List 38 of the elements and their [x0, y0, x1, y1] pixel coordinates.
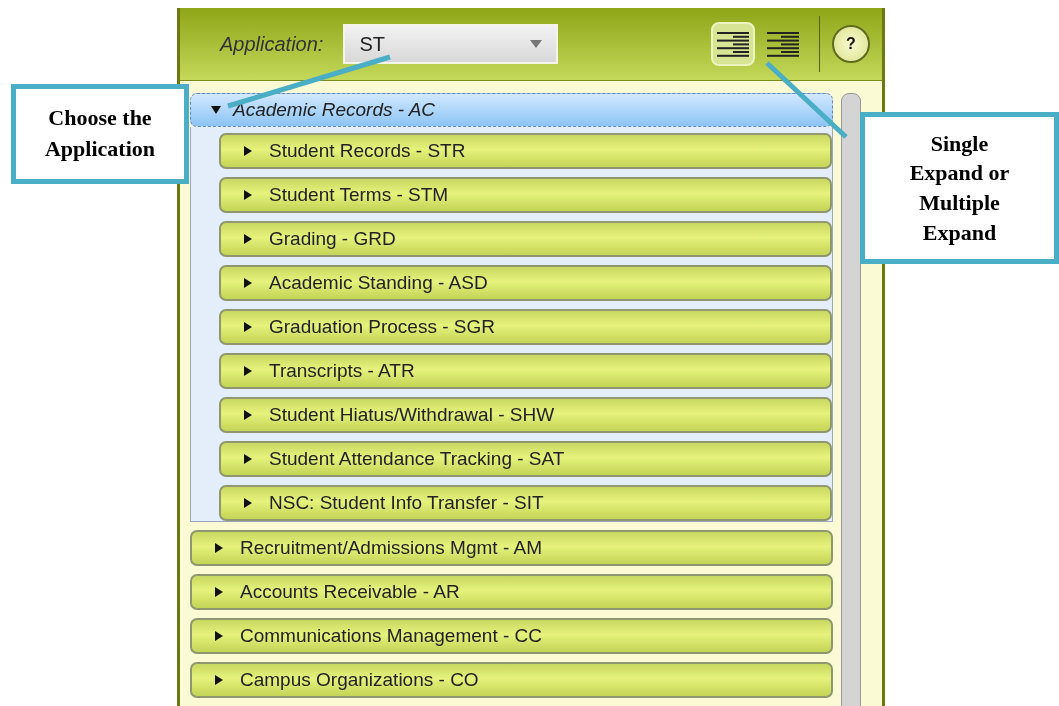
align-right-icon — [717, 31, 749, 57]
caret-right-icon — [243, 190, 253, 200]
tree-item[interactable]: Student Records - STR — [219, 133, 832, 169]
scrollbar[interactable] — [841, 93, 861, 706]
caret-right-icon — [214, 675, 224, 685]
caret-right-icon — [214, 543, 224, 553]
callout-box: Single Expand or Multiple Expand — [860, 112, 1059, 264]
caret-right-icon — [243, 498, 253, 508]
caret-down-icon — [211, 105, 221, 115]
caret-right-icon — [214, 631, 224, 641]
tree-item[interactable]: Graduation Process - SGR — [219, 309, 832, 345]
caret-right-icon — [243, 146, 253, 156]
align-right-icon — [767, 31, 799, 57]
tree-item[interactable]: Academic Records - AC — [190, 93, 833, 127]
application-dropdown[interactable]: ST — [343, 24, 559, 64]
tree-item[interactable]: Student Attendance Tracking - SAT — [219, 441, 832, 477]
caret-right-icon — [243, 234, 253, 244]
caret-right-icon — [243, 278, 253, 288]
tree-item[interactable]: Communications Management - CC — [190, 618, 833, 654]
tree-item[interactable]: Student Hiatus/Withdrawal - SHW — [219, 397, 832, 433]
help-button[interactable]: ? — [832, 25, 870, 63]
callout-box: Choose the Application — [11, 84, 189, 184]
tree-item[interactable]: Academic Standing - ASD — [219, 265, 832, 301]
expand-mode-button[interactable] — [711, 22, 755, 66]
tree-item[interactable]: Accounts Receivable - AR — [190, 574, 833, 610]
tree-item[interactable]: NSC: Student Info Transfer - SIT — [219, 485, 832, 521]
caret-right-icon — [243, 454, 253, 464]
tree-item[interactable]: Recruitment/Admissions Mgmt - AM — [190, 530, 833, 566]
tree-item[interactable]: Grading - GRD — [219, 221, 832, 257]
dropdown-arrow-icon — [530, 40, 543, 48]
caret-right-icon — [214, 587, 224, 597]
application-label: Application: — [220, 32, 324, 56]
tree-item[interactable]: Transcripts - ATR — [219, 353, 832, 389]
tree-item[interactable]: Campus Organizations - CO — [190, 662, 833, 698]
caret-right-icon — [243, 322, 253, 332]
caret-right-icon — [243, 410, 253, 420]
tree-item[interactable]: Student Terms - STM — [219, 177, 832, 213]
caret-right-icon — [243, 366, 253, 376]
